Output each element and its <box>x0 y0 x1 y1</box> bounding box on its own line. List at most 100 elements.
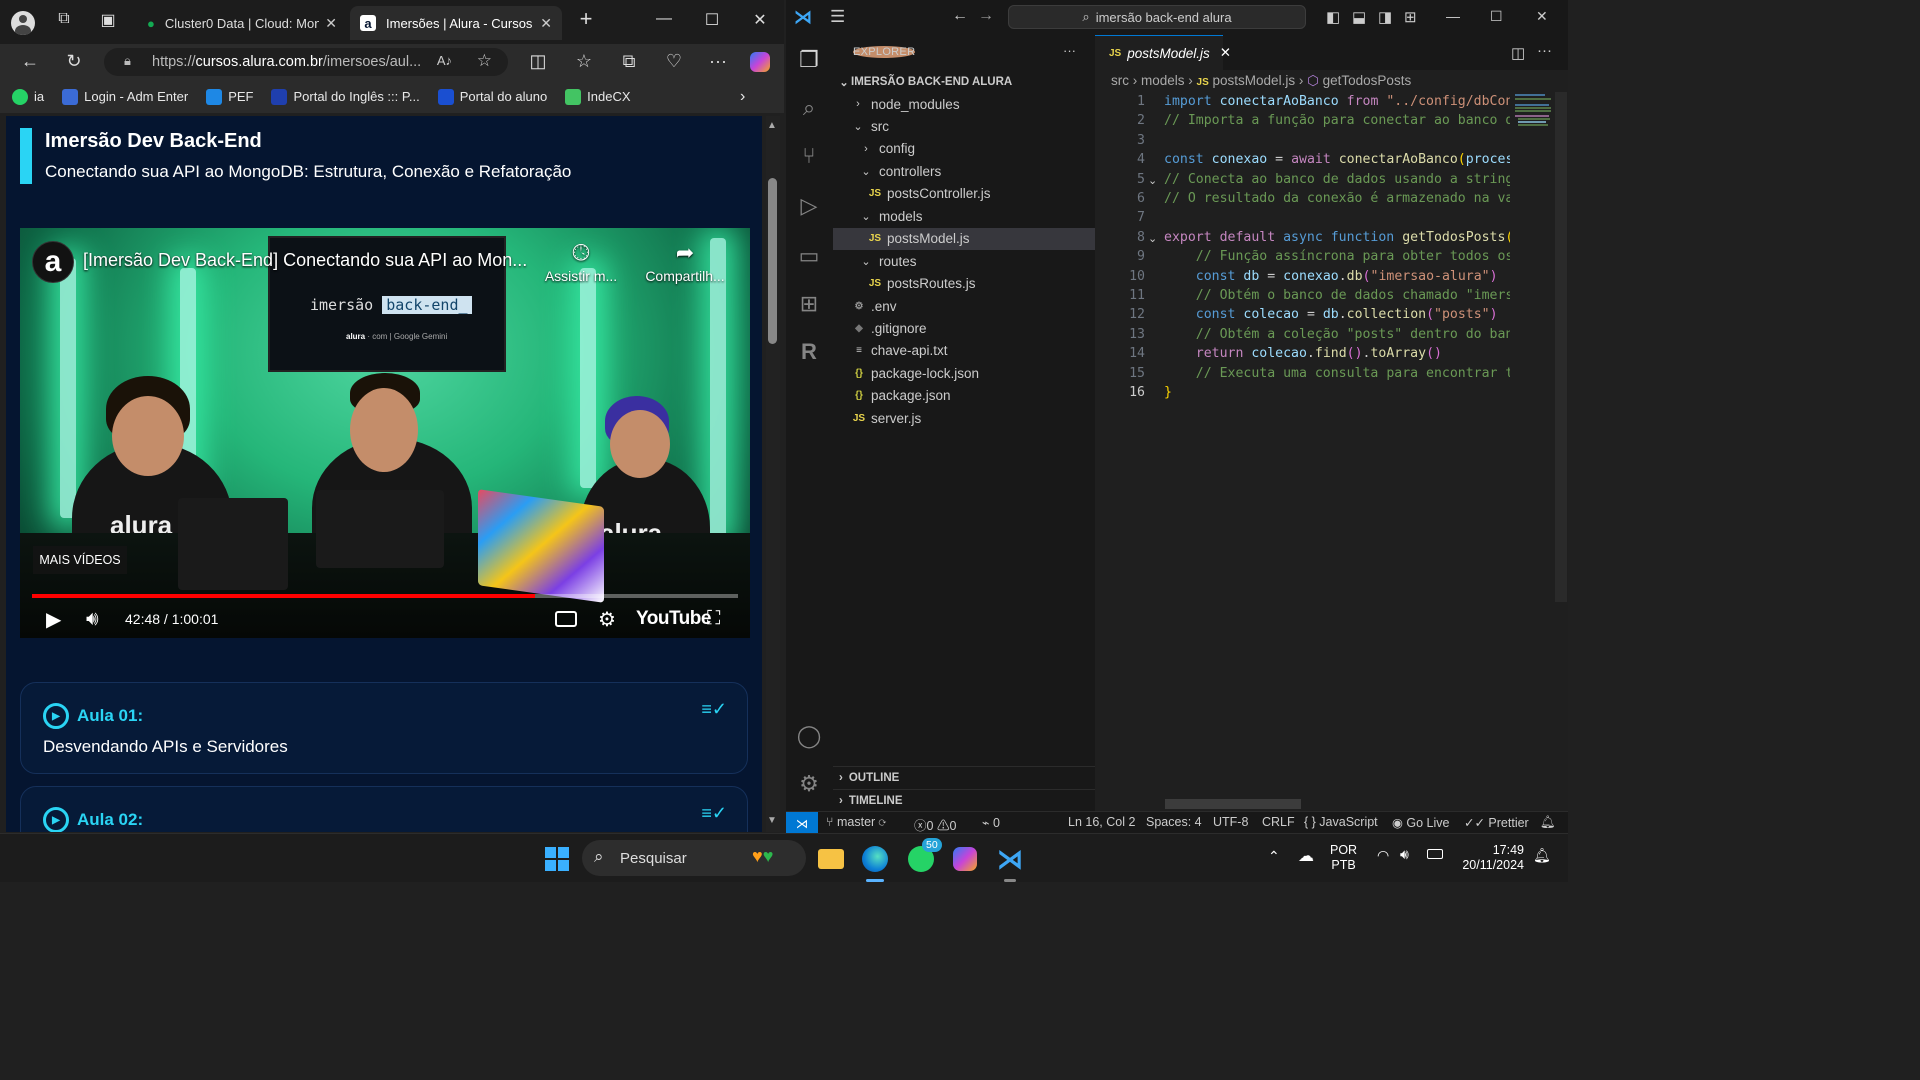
search-icon[interactable]: ⌕ <box>795 95 823 123</box>
project-root[interactable]: ⌄ IMERSÃO BACK-END ALURA <box>833 71 1095 93</box>
tree-item[interactable]: ⚙ .env <box>833 295 1095 317</box>
code-line[interactable]: // O resultado da conexão é armazenado n… <box>1164 189 1510 208</box>
favorite-pef[interactable]: PEF <box>206 88 253 105</box>
subtitles-icon[interactable] <box>555 611 577 627</box>
close-window-icon[interactable]: ✕ <box>740 10 780 30</box>
notifications-bell-icon[interactable]: 🔔︎ <box>1540 815 1556 830</box>
tab-actions-icon[interactable]: ▣ <box>88 10 128 30</box>
command-center-search[interactable]: ⌕ imersão back-end alura <box>1008 5 1306 29</box>
tree-item[interactable]: ⌄ controllers <box>833 160 1095 182</box>
code-line[interactable]: // Conecta ao banco de dados usando a st… <box>1164 170 1510 189</box>
code-line[interactable] <box>1164 208 1510 227</box>
fold-chevron-icon[interactable]: ⌄ <box>1148 232 1157 245</box>
close-icon[interactable]: ✕ <box>325 15 337 32</box>
tree-item[interactable]: {} package-lock.json <box>833 362 1095 384</box>
copilot-icon[interactable] <box>750 52 770 72</box>
maximize-icon[interactable]: ☐ <box>1490 8 1503 25</box>
run-debug-icon[interactable]: ▷ <box>795 193 823 221</box>
code-line[interactable]: // Obtém o banco de dados chamado "imers <box>1164 286 1510 305</box>
notifications-bell-icon[interactable]: 🔔︎ <box>1533 847 1551 864</box>
tree-item[interactable]: ◆ .gitignore <box>833 318 1095 340</box>
favorite-login-adm-enter[interactable]: Login - Adm Enter <box>62 88 188 105</box>
watch-later-button[interactable]: 🕓︎ Assistir m... <box>542 240 620 284</box>
prettier-status[interactable]: ✓✓ Prettier <box>1464 815 1529 830</box>
fullscreen-icon[interactable]: ⛶ <box>707 608 720 630</box>
more-options-icon[interactable]: ··· <box>704 51 732 72</box>
nav-forward-icon[interactable]: → <box>978 7 994 25</box>
minimize-icon[interactable]: — <box>644 10 684 28</box>
favorite-star-icon[interactable]: ☆ <box>477 51 492 71</box>
tree-item[interactable]: ⌄ src <box>833 115 1095 137</box>
editor-tab-postsmodel[interactable]: JS postsModel.js ✕ <box>1095 35 1231 70</box>
ports-indicator[interactable]: ⌁ 0 <box>982 815 1000 830</box>
show-hidden-icons-chevron[interactable]: ⌃ <box>1268 848 1280 865</box>
volume-icon[interactable]: 🔊︎ <box>1400 846 1409 863</box>
video-title[interactable]: [Imersão Dev Back-End] Conectando sua AP… <box>83 250 527 271</box>
tree-item[interactable]: › config <box>833 138 1095 160</box>
favorite-portal-ingles[interactable]: Portal do Inglês ::: P... <box>271 88 420 105</box>
code-line[interactable]: export default async function getTodosPo… <box>1164 228 1510 247</box>
collections-icon[interactable]: ⧉ <box>615 51 643 72</box>
outline-section[interactable]: › OUTLINE <box>833 766 1095 788</box>
workspaces-icon[interactable]: ⧉ <box>44 10 84 28</box>
go-live-button[interactable]: ◉ Go Live <box>1392 815 1449 830</box>
settings-gear-icon[interactable]: ⚙ <box>795 771 823 799</box>
taskbar-search[interactable]: ⌕ Pesquisar ♥♥ <box>582 840 806 876</box>
alura-channel-logo[interactable]: a <box>32 241 74 283</box>
tab-imersoes-alura[interactable]: a Imersões | Alura - Cursos on ✕ <box>350 6 562 40</box>
indentation[interactable]: Spaces: 4 <box>1146 815 1202 829</box>
extensions-icon[interactable]: ⊞ <box>795 291 823 319</box>
accounts-icon[interactable]: ◯ <box>795 723 823 751</box>
timeline-section[interactable]: › TIMELINE <box>833 789 1095 811</box>
editor-vertical-scrollbar[interactable] <box>1555 92 1567 602</box>
copilot-icon[interactable] <box>948 842 982 876</box>
vscode-taskbar-icon[interactable]: ⋊ <box>993 842 1027 876</box>
back-arrow-icon[interactable]: ← <box>16 51 44 72</box>
code-line[interactable]: const colecao = db.collection("posts") <box>1164 305 1510 324</box>
scroll-down-arrow-icon[interactable]: ▼ <box>767 815 777 826</box>
onedrive-cloud-icon[interactable]: ☁ <box>1298 846 1314 866</box>
tree-item[interactable]: JS postsModel.js <box>833 227 1095 250</box>
maximize-icon[interactable]: ☐ <box>692 10 732 30</box>
page-scrollbar[interactable]: ▲ ▼ <box>766 116 780 832</box>
scrollbar-thumb[interactable] <box>768 178 777 344</box>
toggle-secondary-sidebar-icon[interactable]: ◨ <box>1378 8 1392 26</box>
tree-item[interactable]: › node_modules <box>833 93 1095 115</box>
wifi-icon[interactable]: ◠ <box>1377 847 1389 864</box>
code-line[interactable]: const conexao = await conectarAoBanco(pr… <box>1164 150 1510 169</box>
profile-avatar-icon[interactable] <box>11 11 35 35</box>
favorite-indecx[interactable]: IndeCX <box>565 88 631 105</box>
customize-layout-icon[interactable]: ⊞ <box>1404 8 1417 26</box>
r-language-icon[interactable]: R <box>795 339 823 367</box>
lesson-card[interactable]: ▶ Aula 01: Desvendando APIs e Servidores … <box>20 682 748 774</box>
share-button[interactable]: ➦ Compartilh... <box>642 240 728 284</box>
git-branch[interactable]: ⑂ master ⟳ <box>826 815 886 829</box>
refresh-icon[interactable]: ↻ <box>60 51 88 72</box>
youtube-logo[interactable]: YouTube <box>636 608 711 630</box>
browser-essentials-icon[interactable]: ♡ <box>660 51 688 72</box>
code-line[interactable]: } <box>1164 383 1510 402</box>
tree-item[interactable]: ⌄ models <box>833 205 1095 227</box>
whatsapp-icon[interactable]: 50 <box>904 838 942 876</box>
settings-gear-icon[interactable]: ⚙ <box>598 607 616 632</box>
editor-horizontal-scrollbar[interactable] <box>1165 799 1301 809</box>
end-of-line[interactable]: CRLF <box>1262 815 1295 829</box>
tree-item[interactable]: {} package.json <box>833 385 1095 407</box>
tree-item[interactable]: JS postsController.js <box>833 183 1095 205</box>
remote-indicator-icon[interactable]: ⋊ <box>786 812 818 834</box>
file-explorer-icon[interactable] <box>814 842 848 876</box>
split-screen-icon[interactable]: ◫ <box>524 51 552 72</box>
explorer-files-icon[interactable]: ❐ <box>795 47 823 75</box>
chevron-right-icon[interactable]: › <box>740 88 745 106</box>
clock[interactable]: 17:49 20/11/2024 <box>1456 843 1524 873</box>
fold-chevron-icon[interactable]: ⌄ <box>1148 174 1157 187</box>
favorite-portal-aluno[interactable]: Portal do aluno <box>437 88 547 105</box>
minimize-icon[interactable]: — <box>1446 8 1460 24</box>
edge-browser-icon[interactable] <box>858 842 892 876</box>
toggle-panel-icon[interactable]: ⬓ <box>1352 8 1366 26</box>
playlist-check-icon[interactable]: ≡✓ <box>701 803 727 824</box>
playlist-check-icon[interactable]: ≡✓ <box>701 699 727 720</box>
tree-item[interactable]: JS server.js <box>833 407 1095 429</box>
code-line[interactable]: return colecao.find().toArray() <box>1164 344 1510 363</box>
problems-indicator[interactable]: ⓧ0 ⚠0 <box>914 815 956 834</box>
